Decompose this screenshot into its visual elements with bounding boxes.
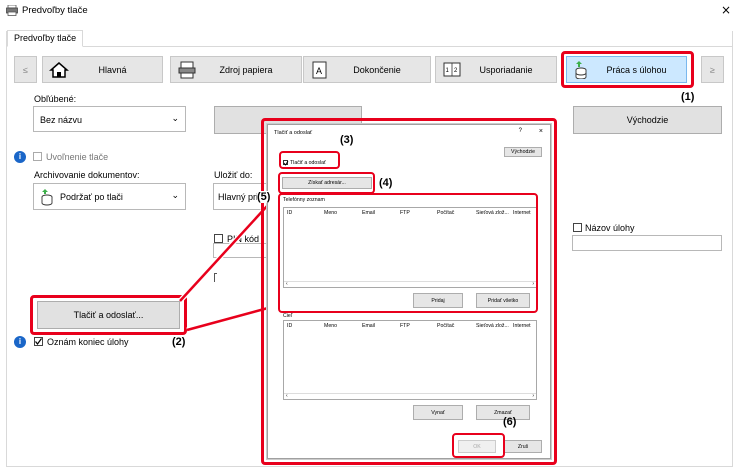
callout-4: (4) [379, 177, 393, 189]
highlight-ok [452, 433, 505, 458]
print-preferences-window: Predvoľby tlače × Predvoľby tlače ≤ Hlav… [0, 0, 739, 469]
highlight-checkbox [279, 151, 340, 169]
callout-6: (6) [503, 416, 517, 428]
highlight-get-address [278, 172, 375, 194]
callout-5: (5) [257, 191, 271, 203]
highlight-phonebook [278, 193, 538, 313]
callout-3: (3) [340, 134, 354, 146]
